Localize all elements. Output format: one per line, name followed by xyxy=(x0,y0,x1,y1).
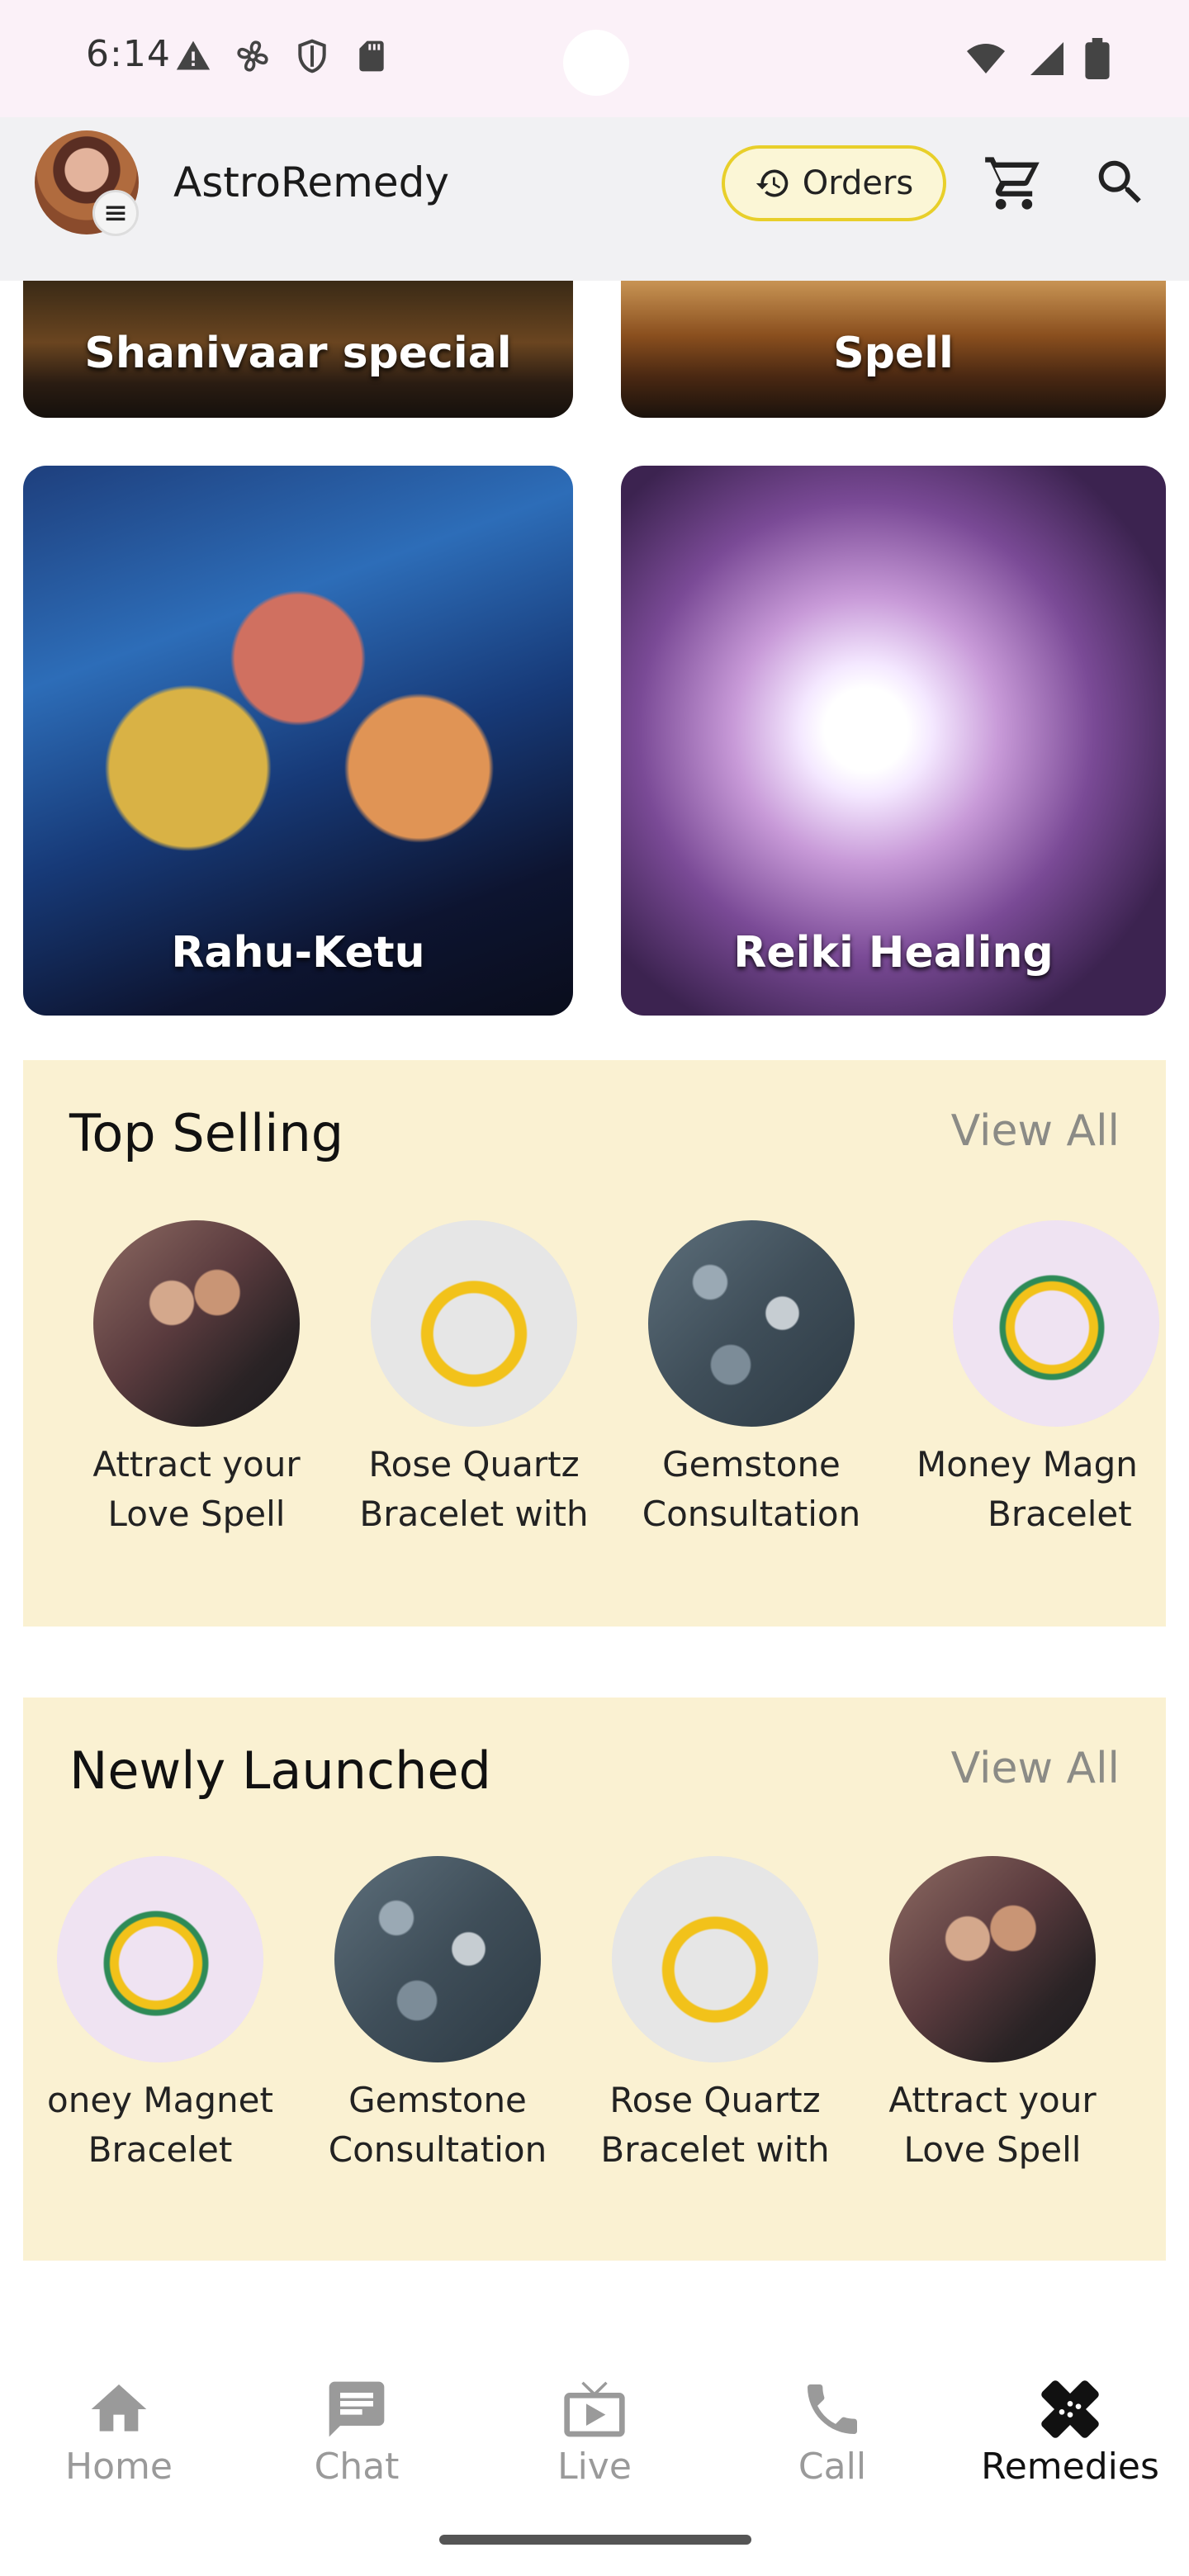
camera-cutout xyxy=(563,30,629,96)
category-tile-reiki-healing[interactable]: Reiki Healing xyxy=(621,466,1166,1016)
nav-chat[interactable]: Chat xyxy=(266,2376,448,2488)
category-tile-rahu-ketu[interactable]: Rahu-Ketu xyxy=(23,466,573,1016)
product-image xyxy=(612,1856,818,2062)
orders-label: Orders xyxy=(802,164,914,202)
signal-icon xyxy=(1027,39,1067,82)
orders-button[interactable]: Orders xyxy=(722,145,946,221)
view-all-link[interactable]: View All xyxy=(951,1744,1120,1793)
product-name: oney Magnet Bracelet xyxy=(47,2080,273,2170)
product-name: Gemstone Consultation xyxy=(642,1444,861,1534)
product-item[interactable]: Attract your Love Spell xyxy=(73,1220,320,1539)
product-name: Rose Quartz Bracelet with xyxy=(600,2080,830,2170)
product-name: Attract your Love Spell xyxy=(92,1444,301,1534)
shield-icon xyxy=(294,38,330,74)
product-image xyxy=(93,1220,300,1427)
product-image xyxy=(334,1856,541,2062)
status-system-icons xyxy=(963,38,1110,83)
nav-label: Remedies xyxy=(981,2446,1159,2488)
product-name: Money Magn Bracelet xyxy=(917,1444,1138,1534)
category-tile-shanivaar[interactable]: Shanivaar special xyxy=(23,281,573,418)
cart-icon[interactable] xyxy=(983,152,1045,215)
home-icon xyxy=(91,2384,147,2432)
status-bar: 6:14 xyxy=(0,0,1189,117)
nav-live[interactable]: Live xyxy=(504,2376,685,2488)
history-icon xyxy=(756,169,789,197)
product-image xyxy=(371,1220,577,1427)
status-notification-icons xyxy=(175,38,390,74)
category-tile-spell[interactable]: Spell xyxy=(621,281,1166,418)
nav-call[interactable]: Call xyxy=(741,2376,923,2488)
category-label: Rahu-Ketu xyxy=(171,928,425,978)
section-title: Top Selling xyxy=(69,1103,344,1163)
remedies-icon xyxy=(1041,2380,1099,2438)
product-item[interactable]: Attract your Love Spell xyxy=(869,1856,1116,2175)
home-indicator[interactable] xyxy=(439,2535,751,2545)
top-selling-section: Top Selling View All Attract your Love Sp… xyxy=(23,1060,1166,1627)
app-title: AstroRemedy xyxy=(173,159,449,206)
product-item[interactable]: Money Magn Bracelet xyxy=(905,1220,1166,1539)
nav-remedies[interactable]: Remedies xyxy=(979,2376,1161,2488)
nav-home[interactable]: Home xyxy=(28,2376,210,2488)
battery-icon xyxy=(1085,38,1110,83)
nav-label: Call xyxy=(798,2446,867,2488)
sd-card-icon xyxy=(353,38,390,74)
wifi-icon xyxy=(963,39,1009,82)
app-bar: AstroRemedy Orders xyxy=(0,117,1189,281)
chat-icon xyxy=(329,2381,385,2437)
product-item[interactable]: Gemstone Consultation xyxy=(314,1856,561,2175)
product-item[interactable]: Rose Quartz Bracelet with xyxy=(591,1856,839,2175)
phone-icon xyxy=(808,2384,857,2434)
view-all-link[interactable]: View All xyxy=(951,1106,1120,1156)
product-image xyxy=(648,1220,855,1427)
product-image xyxy=(953,1220,1159,1427)
newly-launched-section: Newly Launched View All oney Magnet Brace… xyxy=(23,1698,1166,2261)
search-icon[interactable] xyxy=(1092,154,1149,211)
product-image xyxy=(889,1856,1096,2062)
product-image xyxy=(57,1856,263,2062)
live-tv-icon xyxy=(564,2381,625,2437)
section-title: Newly Launched xyxy=(69,1740,491,1801)
nav-label: Chat xyxy=(314,2446,400,2488)
product-name: Gemstone Consultation xyxy=(328,2080,547,2170)
category-label: Shanivaar special xyxy=(84,329,512,378)
product-item[interactable]: oney Magnet Bracelet xyxy=(36,1856,284,2175)
product-name: Attract your Love Spell xyxy=(888,2080,1097,2170)
nav-label: Live xyxy=(557,2446,632,2488)
fan-icon xyxy=(234,38,271,74)
product-item[interactable]: Gemstone Consultation xyxy=(628,1220,875,1539)
product-item[interactable]: Rose Quartz Bracelet with xyxy=(350,1220,598,1539)
nav-label: Home xyxy=(65,2446,173,2488)
product-name: Rose Quartz Bracelet with xyxy=(359,1444,589,1534)
warning-icon xyxy=(175,38,211,74)
menu-icon[interactable] xyxy=(92,190,139,236)
status-time: 6:14 xyxy=(86,33,171,75)
category-label: Spell xyxy=(833,329,954,378)
category-label: Reiki Healing xyxy=(733,928,1054,978)
